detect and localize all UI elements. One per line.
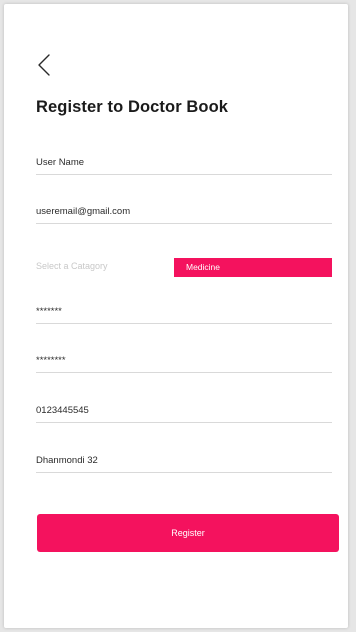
address-field [36,450,332,473]
phone-field [36,400,332,423]
register-screen: Register to Doctor Book Select a Catagor… [4,4,348,628]
password-field [36,301,332,324]
category-select[interactable]: Medicine [174,258,332,277]
page-title: Register to Doctor Book [36,98,229,116]
confirm-password-input[interactable] [36,353,332,369]
phone-input[interactable] [36,403,332,419]
password-input[interactable] [36,304,332,320]
address-input[interactable] [36,453,332,469]
back-button[interactable] [34,50,56,80]
username-input[interactable] [36,155,332,171]
email-field [36,201,332,224]
chevron-left-icon [38,54,50,76]
email-input[interactable] [36,204,332,220]
category-row: Select a Catagory Medicine [36,258,332,278]
confirm-password-field [36,350,332,373]
register-button[interactable]: Register [37,514,339,552]
category-label: Select a Catagory [36,261,108,271]
category-selected-value: Medicine [186,262,221,272]
username-field [36,152,332,175]
